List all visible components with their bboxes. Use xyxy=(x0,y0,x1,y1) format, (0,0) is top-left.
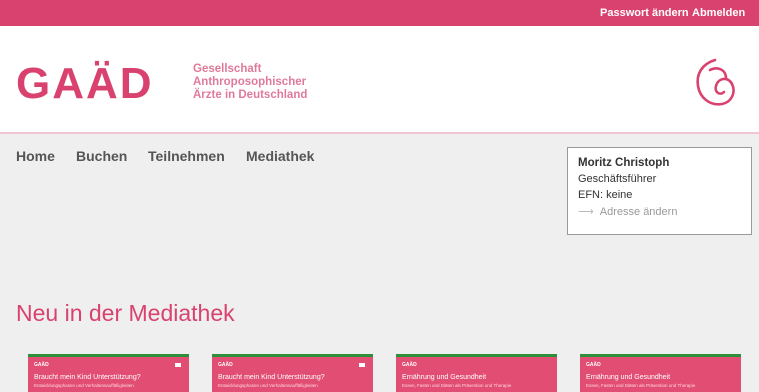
nav-item-mediathek[interactable]: Mediathek xyxy=(246,148,314,164)
card-title: Braucht mein Kind Unterstützung? xyxy=(34,374,141,381)
change-address-label: Adresse ändern xyxy=(599,206,678,218)
card-title: Ernährung und Gesundheit xyxy=(402,374,487,381)
logo-line-2: Anthroposophischer xyxy=(193,76,307,88)
card-brand: GAÄD xyxy=(586,362,601,368)
media-card[interactable]: GAÄD Ernährung und Gesundheit Essen, Fas… xyxy=(580,354,741,392)
nav-item-home[interactable]: Home xyxy=(16,148,55,164)
user-info-box: Moritz Christoph Geschäftsführer EFN: ke… xyxy=(567,147,752,235)
video-badge-icon xyxy=(359,362,367,368)
card-brand: GAÄD xyxy=(402,362,417,368)
card-subtitle: Essen, Fasten und Diäten als Prävention … xyxy=(586,383,696,388)
user-name: Moritz Christoph xyxy=(578,157,670,169)
logout-link[interactable]: Abmelden xyxy=(692,7,745,19)
media-card[interactable]: GAÄD Braucht mein Kind Unterstützung? En… xyxy=(212,354,373,392)
logo-line-1: Gesellschaft xyxy=(193,63,262,75)
card-title: Ernährung und Gesundheit xyxy=(586,374,671,381)
top-bar: Passwort ändern Abmelden xyxy=(0,0,759,26)
change-address-link[interactable]: ⟶ Adresse ändern xyxy=(578,205,741,218)
section-title: Neu in der Mediathek xyxy=(16,300,235,326)
card-subtitle: Essen, Fasten und Diäten als Prävention … xyxy=(402,383,512,388)
logo[interactable]: GAÄD xyxy=(16,62,154,106)
media-card[interactable]: GAÄD Ernährung und Gesundheit Essen, Fas… xyxy=(396,354,557,392)
nav-item-buchen[interactable]: Buchen xyxy=(76,148,127,164)
nav-item-teilnehmen[interactable]: Teilnehmen xyxy=(148,148,225,164)
card-brand: GAÄD xyxy=(34,362,49,368)
gaad-emblem-icon xyxy=(696,58,735,106)
user-role: Geschäftsführer xyxy=(578,173,657,185)
arrow-right-icon: ⟶ xyxy=(578,206,594,218)
card-title: Braucht mein Kind Unterstützung? xyxy=(218,374,325,381)
logo-line-3: Ärzte in Deutschland xyxy=(193,89,308,101)
card-subtitle: Entwicklungsphasen und Verhaltensauffäll… xyxy=(34,383,134,388)
media-card[interactable]: GAÄD Braucht mein Kind Unterstützung? En… xyxy=(28,354,189,392)
change-password-link[interactable]: Passwort ändern xyxy=(600,7,689,19)
card-subtitle: Entwicklungsphasen und Verhaltensauffäll… xyxy=(218,383,318,388)
user-efn: EFN: keine xyxy=(578,189,633,201)
header: GAÄD Gesellschaft Anthroposophischer Ärz… xyxy=(0,26,759,134)
logo-tagline: Gesellschaft Anthroposophischer Ärzte in… xyxy=(193,63,307,102)
card-brand: GAÄD xyxy=(218,362,233,368)
video-badge-icon xyxy=(175,362,183,368)
